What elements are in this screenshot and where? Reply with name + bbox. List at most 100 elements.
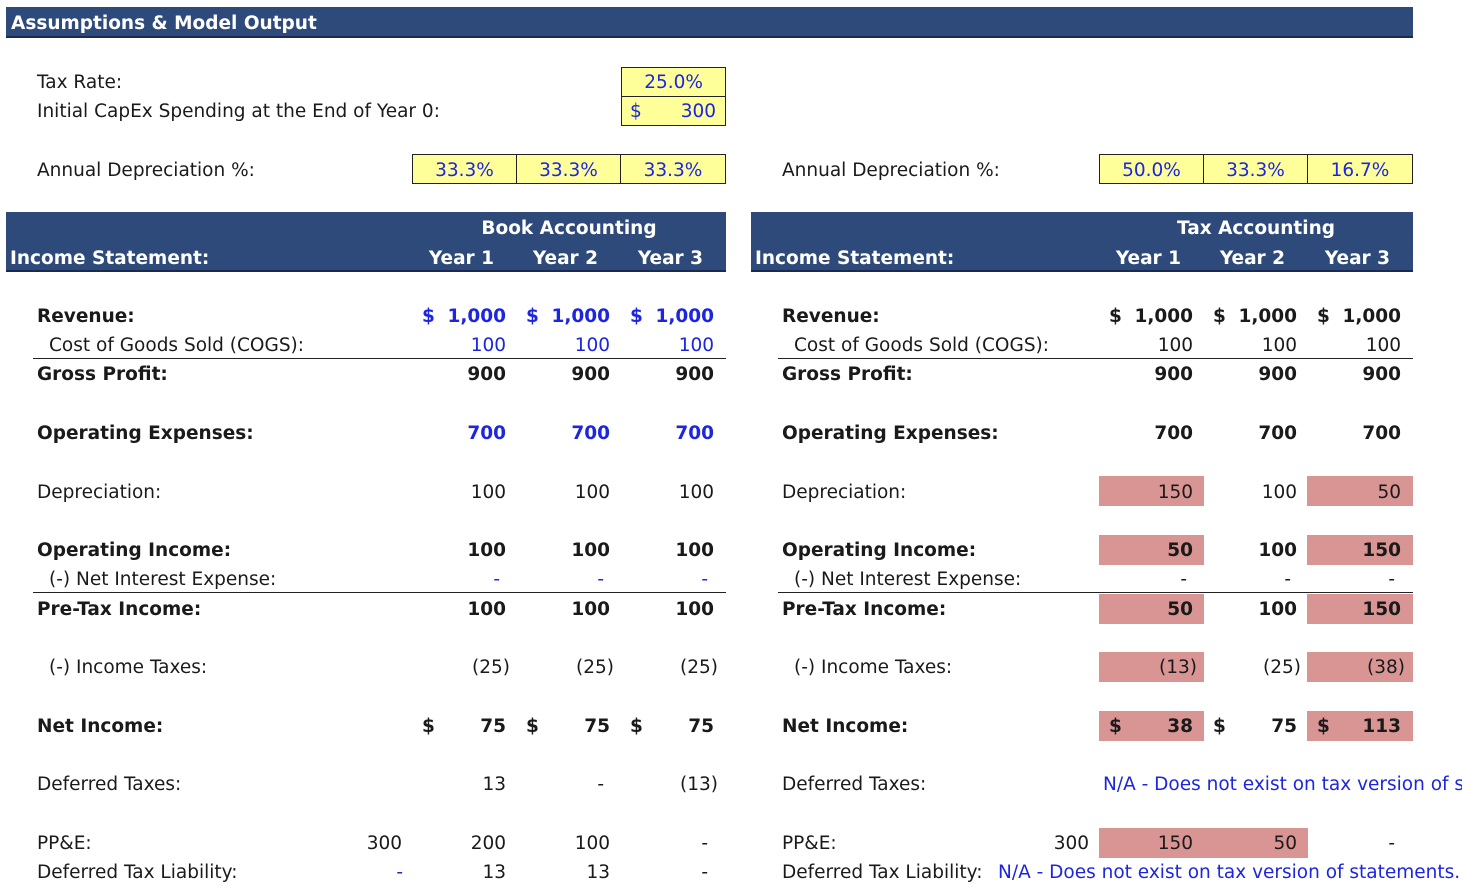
book-dtl-label: Deferred Tax Liability: — [37, 862, 238, 883]
tax-interest-value-1: - — [1180, 569, 1187, 590]
book-ppe-value-3: - — [701, 833, 708, 854]
tax-interest-label: (-) Net Interest Expense: — [794, 569, 1022, 590]
tax-cogs-label: Cost of Goods Sold (COGS): — [794, 335, 1050, 356]
tax-cogs-value-1: 100 — [1157, 335, 1193, 356]
book-taxes-value-3: (25) — [680, 657, 718, 678]
book-gross-value-3: 900 — [675, 364, 714, 385]
tax-is-label: Income Statement: — [755, 248, 955, 269]
book-revenue-currency-1: $ — [422, 306, 435, 327]
book-taxes-value-1: (25) — [472, 657, 510, 678]
book-net-currency-3: $ — [630, 716, 643, 737]
tax-dep-value-1: 150 — [1157, 482, 1193, 503]
book-pretax-label: Pre-Tax Income: — [37, 599, 202, 620]
capex-value: 300 — [680, 101, 716, 122]
tax-opinc-value-2: 100 — [1258, 540, 1297, 561]
tax-dep-label: Annual Depreciation %: — [782, 160, 1000, 181]
book-opinc-value-2: 100 — [571, 540, 610, 561]
tax-pretax-value-3: 150 — [1362, 599, 1401, 620]
book-cogs-label: Cost of Goods Sold (COGS): — [49, 335, 305, 356]
tax-opinc-value-3: 150 — [1362, 540, 1401, 561]
book-opinc-value-3: 100 — [675, 540, 714, 561]
tax-cogs-value-2: 100 — [1261, 335, 1297, 356]
book-cogs-value-2: 100 — [574, 335, 610, 356]
tax-gross-value-2: 900 — [1258, 364, 1297, 385]
tax-dep-value-3: 50 — [1377, 482, 1401, 503]
tax-cogs-underline — [778, 358, 1413, 359]
tax-year-2: Year 2 — [1219, 248, 1285, 269]
book-interest-underline — [33, 592, 726, 593]
tax-ppe-label: PP&E: — [782, 833, 837, 854]
tax-taxes-value-1: (13) — [1159, 657, 1197, 678]
book-dep-value-1: 100 — [470, 482, 506, 503]
tax-interest-value-2: - — [1284, 569, 1291, 590]
book-gross-value-2: 900 — [571, 364, 610, 385]
tax-year-1: Year 1 — [1115, 248, 1181, 269]
header-underline — [6, 36, 1413, 38]
book-dep-value-3: 33.3% — [643, 160, 703, 181]
book-interest-value-2: - — [597, 569, 604, 590]
book-dep-value-2: 100 — [574, 482, 610, 503]
book-year-3: Year 3 — [637, 248, 703, 269]
tax-section-title: Tax Accounting — [1177, 218, 1335, 239]
book-opinc-value-1: 100 — [467, 540, 506, 561]
tax-header-underline — [751, 270, 1413, 272]
book-pretax-value-1: 100 — [467, 599, 506, 620]
tax-net-label: Net Income: — [782, 716, 909, 737]
tax-rate-label: Tax Rate: — [37, 72, 123, 93]
book-revenue-currency-3: $ — [630, 306, 643, 327]
book-net-label: Net Income: — [37, 716, 164, 737]
book-taxes-value-2: (25) — [576, 657, 614, 678]
book-taxes-label: (-) Income Taxes: — [49, 657, 208, 678]
tax-dep-value-2: 100 — [1261, 482, 1297, 503]
book-section-title: Book Accounting — [481, 218, 657, 239]
book-dep-value-1: 33.3% — [435, 160, 494, 181]
book-interest-value-3: - — [701, 569, 708, 590]
tax-gross-value-1: 900 — [1154, 364, 1193, 385]
book-deferred-value-2: - — [597, 774, 604, 795]
book-ppe-value-2: 100 — [574, 833, 610, 854]
book-dep-label: Annual Depreciation %: — [37, 160, 255, 181]
capex-label: Initial CapEx Spending at the End of Yea… — [37, 101, 440, 122]
book-cogs-value-3: 100 — [678, 335, 714, 356]
tax-interest-underline — [778, 592, 1413, 593]
tax-net-currency-1: $ — [1109, 716, 1122, 737]
tax-taxes-value-3: (38) — [1367, 657, 1405, 678]
tax-opex-value-3: 700 — [1362, 423, 1401, 444]
book-dtl-value-1: 13 — [482, 862, 506, 883]
book-dep-value-2: 33.3% — [539, 160, 598, 181]
tax-taxes-label: (-) Income Taxes: — [794, 657, 953, 678]
book-interest-label: (-) Net Interest Expense: — [49, 569, 277, 590]
tax-rate-value: 25.0% — [644, 72, 703, 93]
book-dep-value-3: 100 — [678, 482, 714, 503]
book-opex-value-2: 700 — [571, 423, 610, 444]
tax-revenue-currency-3: $ — [1317, 306, 1330, 327]
tax-dtl-note: N/A - Does not exist on tax version of s… — [998, 862, 1461, 883]
tax-opinc-value-1: 50 — [1167, 540, 1193, 561]
tax-deferred-note: N/A - Does not exist on tax version of s — [1103, 774, 1462, 795]
book-opex-label: Operating Expenses: — [37, 423, 254, 444]
tax-dep-value-1: 50.0% — [1122, 160, 1181, 181]
book-ppe-label: PP&E: — [37, 833, 92, 854]
tax-ppe-value-2: 50 — [1273, 833, 1297, 854]
book-opinc-label: Operating Income: — [37, 540, 232, 561]
book-is-label: Income Statement: — [10, 248, 210, 269]
tax-year-3: Year 3 — [1324, 248, 1390, 269]
tax-revenue-label: Revenue: — [782, 306, 880, 327]
tax-deferred-label: Deferred Taxes: — [782, 774, 927, 795]
tax-opex-value-1: 700 — [1154, 423, 1193, 444]
book-opex-value-3: 700 — [675, 423, 714, 444]
book-pretax-value-2: 100 — [571, 599, 610, 620]
tax-pretax-value-1: 50 — [1167, 599, 1193, 620]
tax-dep-value-2: 33.3% — [1226, 160, 1285, 181]
book-cogs-value-1: 100 — [470, 335, 506, 356]
book-revenue-label: Revenue: — [37, 306, 135, 327]
book-gross-label: Gross Profit: — [37, 364, 168, 385]
tax-gross-label: Gross Profit: — [782, 364, 913, 385]
tax-net-currency-2: $ — [1213, 716, 1226, 737]
tax-interest-value-3: - — [1388, 569, 1395, 590]
tax-pretax-label: Pre-Tax Income: — [782, 599, 947, 620]
tax-revenue-currency-1: $ — [1109, 306, 1122, 327]
book-dtl-year0: - — [396, 862, 403, 883]
tax-revenue-currency-2: $ — [1213, 306, 1226, 327]
book-pretax-value-3: 100 — [675, 599, 714, 620]
